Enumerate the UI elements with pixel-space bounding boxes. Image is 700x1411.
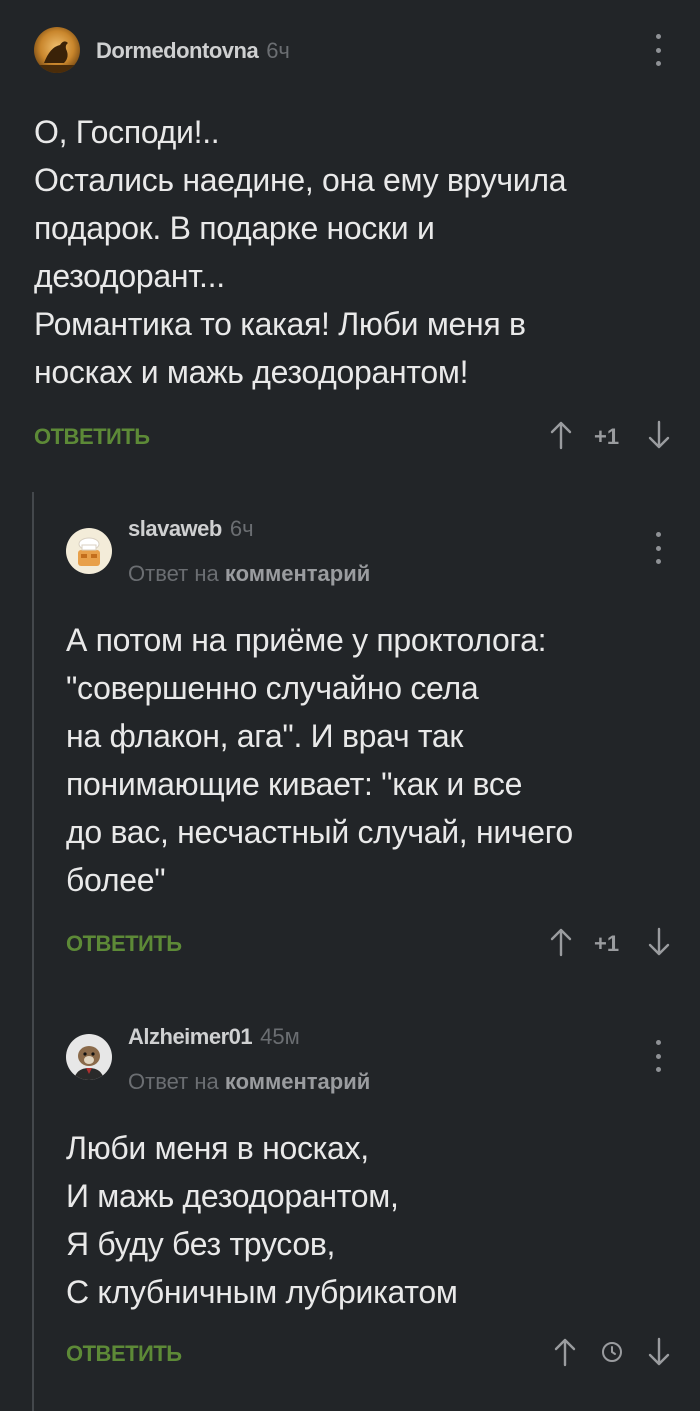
parent-comment-link[interactable]: комментарий [225,561,370,586]
reply-to-line: Ответ на комментарий [128,1069,370,1095]
author-name[interactable]: slavaweb [128,516,222,541]
upvote-arrow-icon[interactable] [548,420,574,450]
comment-author[interactable]: Dormedontovna 6ч [96,38,290,64]
upvote-arrow-icon[interactable] [552,1337,578,1367]
comment-author[interactable]: slavaweb 6ч [128,516,254,542]
reply-button[interactable]: ОТВЕТИТЬ [34,424,150,450]
comment-text: Люби меня в носках, И мажь дезодорантом,… [66,1130,458,1310]
comment-time: 6ч [266,38,290,63]
clock-icon [602,1342,622,1362]
rating-score: +1 [594,424,620,449]
more-options-icon[interactable] [653,34,663,66]
rating-score: +1 [594,931,620,956]
upvote-arrow-icon[interactable] [548,927,574,957]
reply-to-line: Ответ на комментарий [128,561,370,587]
bird-avatar-icon[interactable] [34,27,80,73]
reply-button[interactable]: ОТВЕТИТЬ [66,1341,182,1367]
downvote-arrow-icon[interactable] [646,420,672,450]
comment-text: А потом на приёме у проктолога: "соверше… [66,622,573,898]
reply-prefix: Ответ на [128,561,219,586]
author-name[interactable]: Dormedontovna [96,38,259,63]
dog-avatar-icon[interactable] [66,1034,112,1080]
parent-comment-link[interactable]: комментарий [225,1069,370,1094]
downvote-arrow-icon[interactable] [646,1337,672,1367]
chef-avatar-icon[interactable] [66,528,112,574]
author-name[interactable]: Alzheimer01 [128,1024,253,1049]
downvote-arrow-icon[interactable] [646,927,672,957]
more-options-icon[interactable] [653,532,663,564]
thread-line [32,492,34,1411]
comment-time: 45м [260,1024,300,1049]
reply-prefix: Ответ на [128,1069,219,1094]
more-options-icon[interactable] [653,1040,663,1072]
reply-button[interactable]: ОТВЕТИТЬ [66,931,182,957]
comment-text: О, Господи!.. Остались наедине, она ему … [34,114,567,390]
comment-time: 6ч [229,516,254,541]
comment-author[interactable]: Alzheimer01 45м [128,1024,300,1050]
